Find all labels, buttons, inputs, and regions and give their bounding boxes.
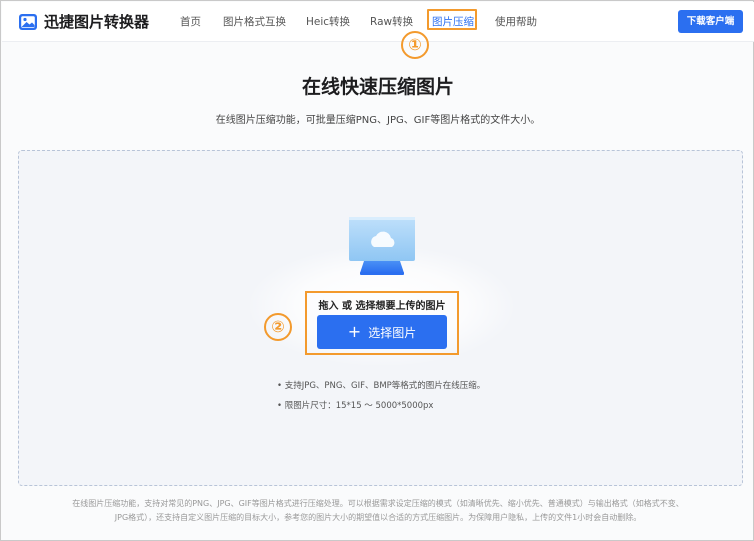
nav-raw-convert[interactable]: Raw转换	[370, 15, 413, 29]
download-client-button[interactable]: 下载客户端	[678, 10, 743, 33]
nav-format-convert[interactable]: 图片格式互换	[223, 15, 286, 29]
nav-heic-convert[interactable]: Heic转换	[306, 15, 350, 29]
footer-line-1: 在线图片压缩功能，支持对常见的PNG、JPG、GIF等图片格式进行压缩处理。可以…	[72, 499, 684, 508]
nav-help[interactable]: 使用帮助	[495, 15, 537, 29]
page-title: 在线快速压缩图片	[301, 76, 454, 98]
step1-highlight-box	[427, 9, 477, 30]
step1-marker: ①	[401, 31, 429, 59]
top-header: 迅捷图片转换器 首页 图片格式互换 Heic转换 Raw转换 图片压缩 使用帮助…	[2, 2, 754, 42]
select-image-label: 选择图片	[368, 325, 417, 340]
select-image-button[interactable]: + 选择图片	[317, 315, 447, 349]
plus-icon: +	[347, 322, 362, 341]
logo-icon	[19, 13, 37, 30]
support-format-note: • 支持JPG、PNG、GIF、BMP等格式的图片在线压缩。	[277, 381, 486, 391]
step2-marker: ②	[264, 313, 292, 341]
footer-description: 在线图片压缩功能，支持对常见的PNG、JPG、GIF等图片格式进行压缩处理。可以…	[41, 497, 715, 525]
logo[interactable]: 迅捷图片转换器	[18, 11, 149, 32]
upload-hint-box: 拖入 或 选择想要上传的图片 + 选择图片	[305, 291, 459, 355]
size-limit-note: • 限图片尺寸：15*15 ～ 5000*5000px	[277, 401, 434, 411]
nav-home[interactable]: 首页	[180, 15, 201, 29]
page-subtitle: 在线图片压缩功能，可批量压缩PNG、JPG、GIF等图片格式的文件大小。	[215, 115, 541, 126]
footer-line-2: JPG格式），还支持自定义图片压缩的目标大小，参考您的图片大小的期望值以合适的方…	[114, 513, 642, 522]
upload-dropzone[interactable]: 拖入 或 选择想要上传的图片 + 选择图片 • 支持JPG、PNG、GIF、BM…	[18, 150, 743, 486]
image-upload-illustration-icon	[349, 217, 415, 275]
page-frame: 迅捷图片转换器 首页 图片格式互换 Heic转换 Raw转换 图片压缩 使用帮助…	[0, 0, 754, 541]
logo-text: 迅捷图片转换器	[44, 13, 150, 31]
drag-hint-text: 拖入 或 选择想要上传的图片	[318, 301, 446, 312]
